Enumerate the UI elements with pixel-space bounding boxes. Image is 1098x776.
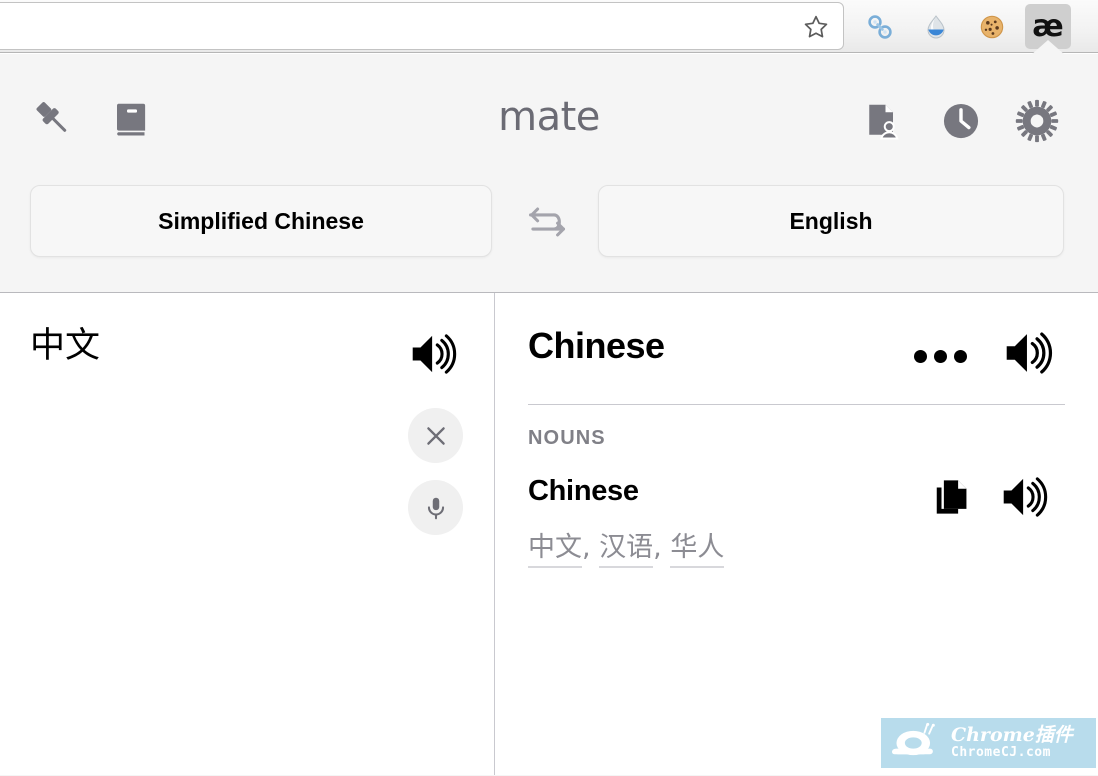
history-clock-icon[interactable] (936, 96, 986, 146)
watermark-line-2: ChromeCJ.com (951, 745, 1051, 761)
translation-title: Chinese (528, 325, 665, 366)
more-dots-icon[interactable] (909, 333, 971, 379)
microphone-icon (427, 497, 444, 519)
synonym-item[interactable]: 汉语 (599, 532, 654, 568)
source-language-button[interactable]: Simplified Chinese (30, 185, 492, 257)
synonym-item[interactable]: 中文 (528, 532, 582, 568)
swap-arrows-icon[interactable] (521, 200, 573, 244)
section-divider (528, 404, 1065, 405)
target-panel: Chinese NOUNS Chinese 中文, 汉语, 华人 (495, 293, 1098, 775)
source-speaker-icon[interactable] (405, 325, 467, 383)
browser-toolbar: æ (0, 0, 1098, 55)
more-dot (953, 349, 967, 363)
target-language-button[interactable]: English (598, 185, 1064, 257)
mate-extension-glyph: æ (1032, 8, 1064, 44)
synonym-separator: , (653, 532, 671, 563)
more-dot (933, 349, 947, 363)
watermark-line-1: Chrome插件 (951, 724, 1073, 747)
target-language-label: English (789, 207, 873, 234)
source-language-label: Simplified Chinese (158, 207, 364, 234)
source-panel: 中文 (0, 293, 494, 775)
link-extension-icon[interactable] (857, 4, 903, 49)
close-x-icon (426, 426, 445, 445)
popup-header: mate Simplified Chinese English (0, 54, 1098, 293)
translation-speaker-icon[interactable] (1000, 323, 1062, 383)
copy-icon[interactable] (925, 471, 977, 523)
mate-popup: mate Simplified Chinese English 中文 Chine… (0, 54, 1098, 776)
more-dot (913, 349, 927, 363)
popup-pointer-arrow (1031, 40, 1065, 55)
address-bar-input[interactable] (9, 3, 779, 49)
entry-speaker-icon[interactable] (997, 471, 1057, 523)
snail-icon (891, 722, 935, 756)
dictionary-entry-word: Chinese (528, 475, 639, 507)
cookie-extension-icon[interactable] (969, 4, 1015, 49)
synonym-separator: , (582, 532, 600, 563)
settings-gear-icon[interactable] (1012, 96, 1062, 146)
dictionary-entry-synonyms: 中文, 汉语, 华人 (528, 525, 725, 568)
synonym-item[interactable]: 华人 (670, 532, 725, 568)
bookmark-star-icon[interactable] (803, 14, 829, 40)
app-brand-logo: mate (498, 94, 600, 140)
source-text-input[interactable]: 中文 (30, 325, 390, 369)
part-of-speech-label: NOUNS (528, 427, 606, 449)
water-drop-extension-icon[interactable] (913, 4, 959, 49)
clear-text-button[interactable] (408, 408, 463, 463)
translation-content: 中文 Chinese NOUNS Chinese 中文, 汉语, 华人 (0, 293, 1098, 775)
document-person-icon[interactable] (858, 96, 908, 146)
watermark: Chrome插件 ChromeCJ.com (881, 718, 1096, 768)
omnibox[interactable] (0, 2, 844, 50)
voice-input-button[interactable] (408, 480, 463, 535)
